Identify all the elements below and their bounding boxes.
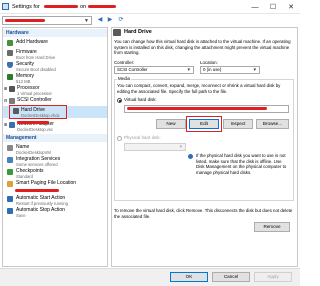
tree-item-label: Smart Paging File Location — [16, 180, 77, 186]
redacted-paging-path — [15, 189, 59, 192]
chevron-down-icon: ▼ — [252, 67, 257, 72]
redacted-vhd-path — [127, 107, 267, 110]
hard-drive-icon — [113, 29, 121, 36]
tree-item-firmware[interactable]: Firmware Boot from Hard Drive — [3, 48, 107, 60]
management-section-header: Management — [3, 134, 107, 142]
media-label: Media — [117, 76, 131, 82]
tree-item-subtext: Save — [16, 212, 26, 218]
location-value: 0 (in use) — [203, 67, 222, 72]
tree-item-subtext: Restart if previously running — [16, 200, 68, 206]
tree-item-subtext: Boot from Hard Drive — [16, 54, 56, 60]
maximize-button[interactable]: ☐ — [264, 0, 282, 14]
name-icon — [7, 145, 13, 151]
tree-item-subtext: 1 Virtual processor — [17, 90, 52, 96]
physical-disk-dropdown[interactable]: ▼ — [124, 143, 186, 151]
chevron-down-icon: ▼ — [84, 18, 89, 24]
auto-start-icon — [7, 196, 13, 202]
info-icon — [188, 154, 193, 159]
firmware-chip-icon — [7, 50, 13, 56]
close-button[interactable]: ✕ — [282, 0, 300, 14]
pane-title: Hard Drive — [124, 29, 152, 35]
controller-label: Controller: — [114, 60, 135, 65]
tree-item-processor[interactable]: ⊞ Processor 1 Virtual processor — [3, 84, 107, 96]
vm-selector[interactable]: ▼ — [2, 16, 92, 25]
cancel-button[interactable]: Cancel — [212, 272, 250, 282]
tree-item-checkpoints[interactable]: Checkpoints Standard — [3, 167, 107, 179]
apply-button[interactable]: Apply — [254, 272, 292, 282]
tree-item-label: SCSI Controller — [17, 97, 52, 103]
processor-icon — [9, 86, 15, 92]
location-dropdown[interactable]: 0 (in use) ▼ — [200, 66, 260, 74]
expand-icon[interactable]: ⊞ — [4, 86, 7, 91]
add-hardware-icon — [7, 40, 13, 46]
tree-item-memory[interactable]: Memory 512 MB — [3, 72, 107, 84]
auto-stop-icon — [7, 208, 13, 214]
physical-disk-label: Physical hard disk: — [124, 135, 161, 140]
remove-button[interactable]: Remove — [254, 222, 290, 232]
minimize-button[interactable]: — — [246, 0, 264, 14]
refresh-icon[interactable]: ⟳ — [116, 16, 126, 25]
folder-icon — [7, 181, 13, 187]
chevron-down-icon: ▼ — [178, 144, 183, 149]
settings-tree: Hardware Add Hardware Firmware Boot from… — [2, 27, 108, 267]
integration-services-icon — [7, 157, 13, 163]
controller-dropdown[interactable]: SCSI Controller ▼ — [114, 66, 194, 74]
hardware-section-header: Hardware — [3, 29, 107, 37]
ok-button[interactable]: OK — [170, 272, 208, 282]
tree-item-auto-start[interactable]: Automatic Start Action Restart if previo… — [3, 194, 107, 206]
forward-arrow-icon[interactable]: ▶ — [105, 16, 115, 25]
virtual-disk-label: Virtual hard disk: — [124, 97, 157, 102]
virtual-disk-radio[interactable] — [117, 98, 122, 103]
collapse-icon[interactable]: ⊟ — [4, 98, 7, 103]
tree-item-name[interactable]: Name DockerDesktopVM — [3, 143, 107, 155]
chevron-down-icon: ▼ — [186, 67, 191, 72]
highlight-edit-button — [186, 116, 222, 132]
highlight-hard-drive — [9, 105, 67, 119]
remove-description: To remove the virtual hard disk, click R… — [114, 208, 293, 219]
title-prefix: Settings for — [12, 4, 40, 10]
physical-disk-radio[interactable] — [117, 136, 122, 141]
redacted-vm-selector-value — [5, 19, 45, 22]
tree-item-subtext: DockerDesktopVM — [16, 149, 51, 155]
inspect-button[interactable]: Inspect — [223, 119, 253, 129]
media-description: You can compact, convert, expand, merge,… — [117, 83, 281, 94]
title-suffix: on — [80, 4, 87, 10]
redacted-vm-name — [44, 5, 78, 8]
tree-item-subtext: 512 MB — [16, 78, 31, 84]
window-title: Settings for — [12, 4, 40, 10]
controller-value: SCSI Controller — [117, 67, 148, 72]
tree-item-subtext: Some services offered — [16, 161, 58, 167]
new-button[interactable]: New — [156, 119, 186, 129]
controller-icon — [9, 98, 15, 104]
tree-item-subtext: Secure Boot disabled — [16, 66, 56, 72]
checkpoints-icon — [7, 169, 13, 175]
back-arrow-icon[interactable]: ◀ — [95, 16, 105, 25]
network-adapter-icon — [9, 122, 15, 128]
tree-item-subtext: Standard — [16, 173, 33, 179]
tree-item-security[interactable]: Security Secure Boot disabled — [3, 60, 107, 72]
intro-text: You can change how this virtual hard dis… — [114, 39, 291, 56]
physical-disk-note: If the physical hard disk you want to us… — [196, 153, 287, 175]
settings-app-icon — [2, 3, 9, 10]
redacted-network-label — [17, 121, 49, 124]
memory-icon — [7, 74, 13, 80]
tree-item-integration-services[interactable]: Integration Services Some services offer… — [3, 155, 107, 167]
tree-item-auto-stop[interactable]: Automatic Stop Action Save — [3, 206, 107, 218]
expand-icon[interactable]: ⊞ — [4, 122, 7, 127]
tree-item-subtext: DockerDesktop.vsc — [17, 126, 54, 132]
tree-item-label: Add Hardware — [16, 39, 48, 45]
browse-button[interactable]: Browse... — [256, 119, 289, 129]
shield-icon — [7, 62, 13, 68]
location-label: Location: — [200, 60, 218, 65]
redacted-host-name — [88, 5, 116, 8]
